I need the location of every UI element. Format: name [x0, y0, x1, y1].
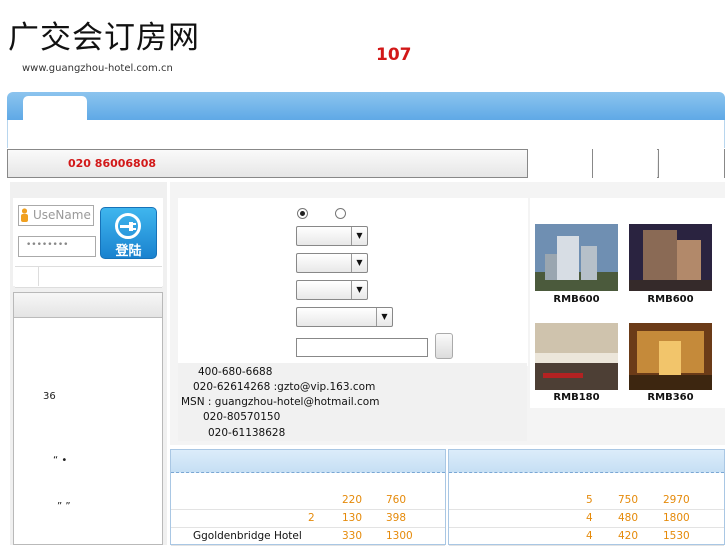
hotel-photo-1[interactable] [535, 224, 618, 291]
login-button-label: 登陆 [115, 244, 142, 259]
nav-tab-home[interactable] [23, 96, 87, 120]
phone-bar-link-1[interactable] [527, 149, 592, 178]
login-links-divider [38, 266, 39, 286]
table-row[interactable]: 2 130 398 [171, 509, 445, 528]
left-panel-number: 36 [43, 391, 56, 402]
hotel-price-low: 480 [618, 512, 639, 524]
main-nav-bar [7, 92, 725, 120]
search-type-radio-2[interactable] [335, 208, 346, 219]
dropdown-arrow-icon: ▼ [376, 308, 392, 326]
hotel-price-3: RMB180 [553, 392, 600, 403]
hotel-price-low: 420 [618, 530, 639, 542]
contact-msn: MSN : guangzhou-hotel@hotmail.com [181, 396, 380, 408]
search-type-radio-1[interactable] [297, 208, 308, 219]
hotel-table-left: 220 760 2 130 398 Ggoldenbridge Hotel 33… [170, 449, 446, 546]
logo-url: www.guangzhou-hotel.com.cn [22, 63, 173, 74]
hotel-price-4: RMB360 [647, 392, 694, 403]
district-select[interactable]: ▼ [296, 253, 368, 273]
search-button[interactable] [435, 333, 453, 359]
hotel-level: 4 [586, 512, 593, 524]
dropdown-arrow-icon: ▼ [351, 281, 367, 299]
hotel-price-low: 330 [342, 530, 363, 542]
left-panel-text-2: ” ” [57, 501, 71, 512]
plug-icon [115, 213, 141, 239]
hotel-name[interactable]: Ggoldenbridge Hotel [193, 530, 302, 542]
contact-phone-2: 020-80570150 [203, 411, 281, 423]
logo-title: 广交会订房网 [8, 20, 200, 56]
hotel-price-1: RMB600 [553, 294, 600, 305]
city-select[interactable]: ▼ [296, 226, 368, 246]
left-info-panel [13, 292, 163, 545]
star-select[interactable]: ▼ [296, 280, 368, 300]
left-panel-text-1: “ • [53, 455, 68, 466]
hotel-photo-3[interactable] [535, 323, 618, 390]
table-row[interactable]: 4 480 1800 [449, 509, 724, 528]
hotel-photo-4[interactable] [629, 323, 712, 390]
phone-bar-link-2[interactable] [592, 149, 657, 178]
hotel-price-high: 1800 [663, 512, 690, 524]
table-row[interactable]: Ggoldenbridge Hotel 330 1300 [171, 527, 445, 546]
hotel-price-high: 1300 [386, 530, 413, 542]
hotel-price-2: RMB600 [647, 294, 694, 305]
hotel-level: 2 [308, 512, 315, 524]
hotel-price-high: 2970 [663, 494, 690, 506]
hotel-price-low: 220 [342, 494, 363, 506]
keyword-input[interactable] [296, 338, 428, 357]
hotel-photo-2[interactable] [629, 224, 712, 291]
hotel-price-high: 398 [386, 512, 407, 524]
header-count: 107 [376, 45, 412, 65]
hotel-price-high: 760 [386, 494, 407, 506]
table-row[interactable]: 220 760 [171, 491, 445, 510]
table-row[interactable]: 4 420 1530 [449, 527, 724, 546]
left-info-panel-header [14, 293, 162, 318]
password-mask: •••••••• [26, 240, 69, 250]
contact-phone-3: 020-61138628 [208, 427, 286, 439]
table-header [449, 450, 724, 473]
username-placeholder: UseName [33, 208, 91, 222]
sub-nav-bar [7, 120, 725, 148]
hotel-price-low: 130 [342, 512, 363, 524]
hotel-level: 5 [586, 494, 593, 506]
user-icon [21, 208, 28, 222]
hotline-phone: 020 86006808 [68, 157, 157, 170]
hotel-price-high: 1530 [663, 530, 690, 542]
table-header [171, 450, 445, 473]
hotel-table-right: 5 750 2970 4 480 1800 4 420 1530 [448, 449, 725, 546]
contact-phone-email: 020-62614268 :gzto@vip.163.com [193, 381, 376, 393]
hotel-price-low: 750 [618, 494, 639, 506]
login-button[interactable]: 登陆 [100, 207, 157, 259]
table-row[interactable]: 5 750 2970 [449, 491, 724, 510]
phone-bar-link-3[interactable] [658, 149, 725, 178]
dropdown-arrow-icon: ▼ [351, 254, 367, 272]
price-select[interactable]: ▼ [296, 307, 393, 327]
contact-hotline: 400-680-6688 [198, 366, 273, 378]
hotel-level: 4 [586, 530, 593, 542]
dropdown-arrow-icon: ▼ [351, 227, 367, 245]
